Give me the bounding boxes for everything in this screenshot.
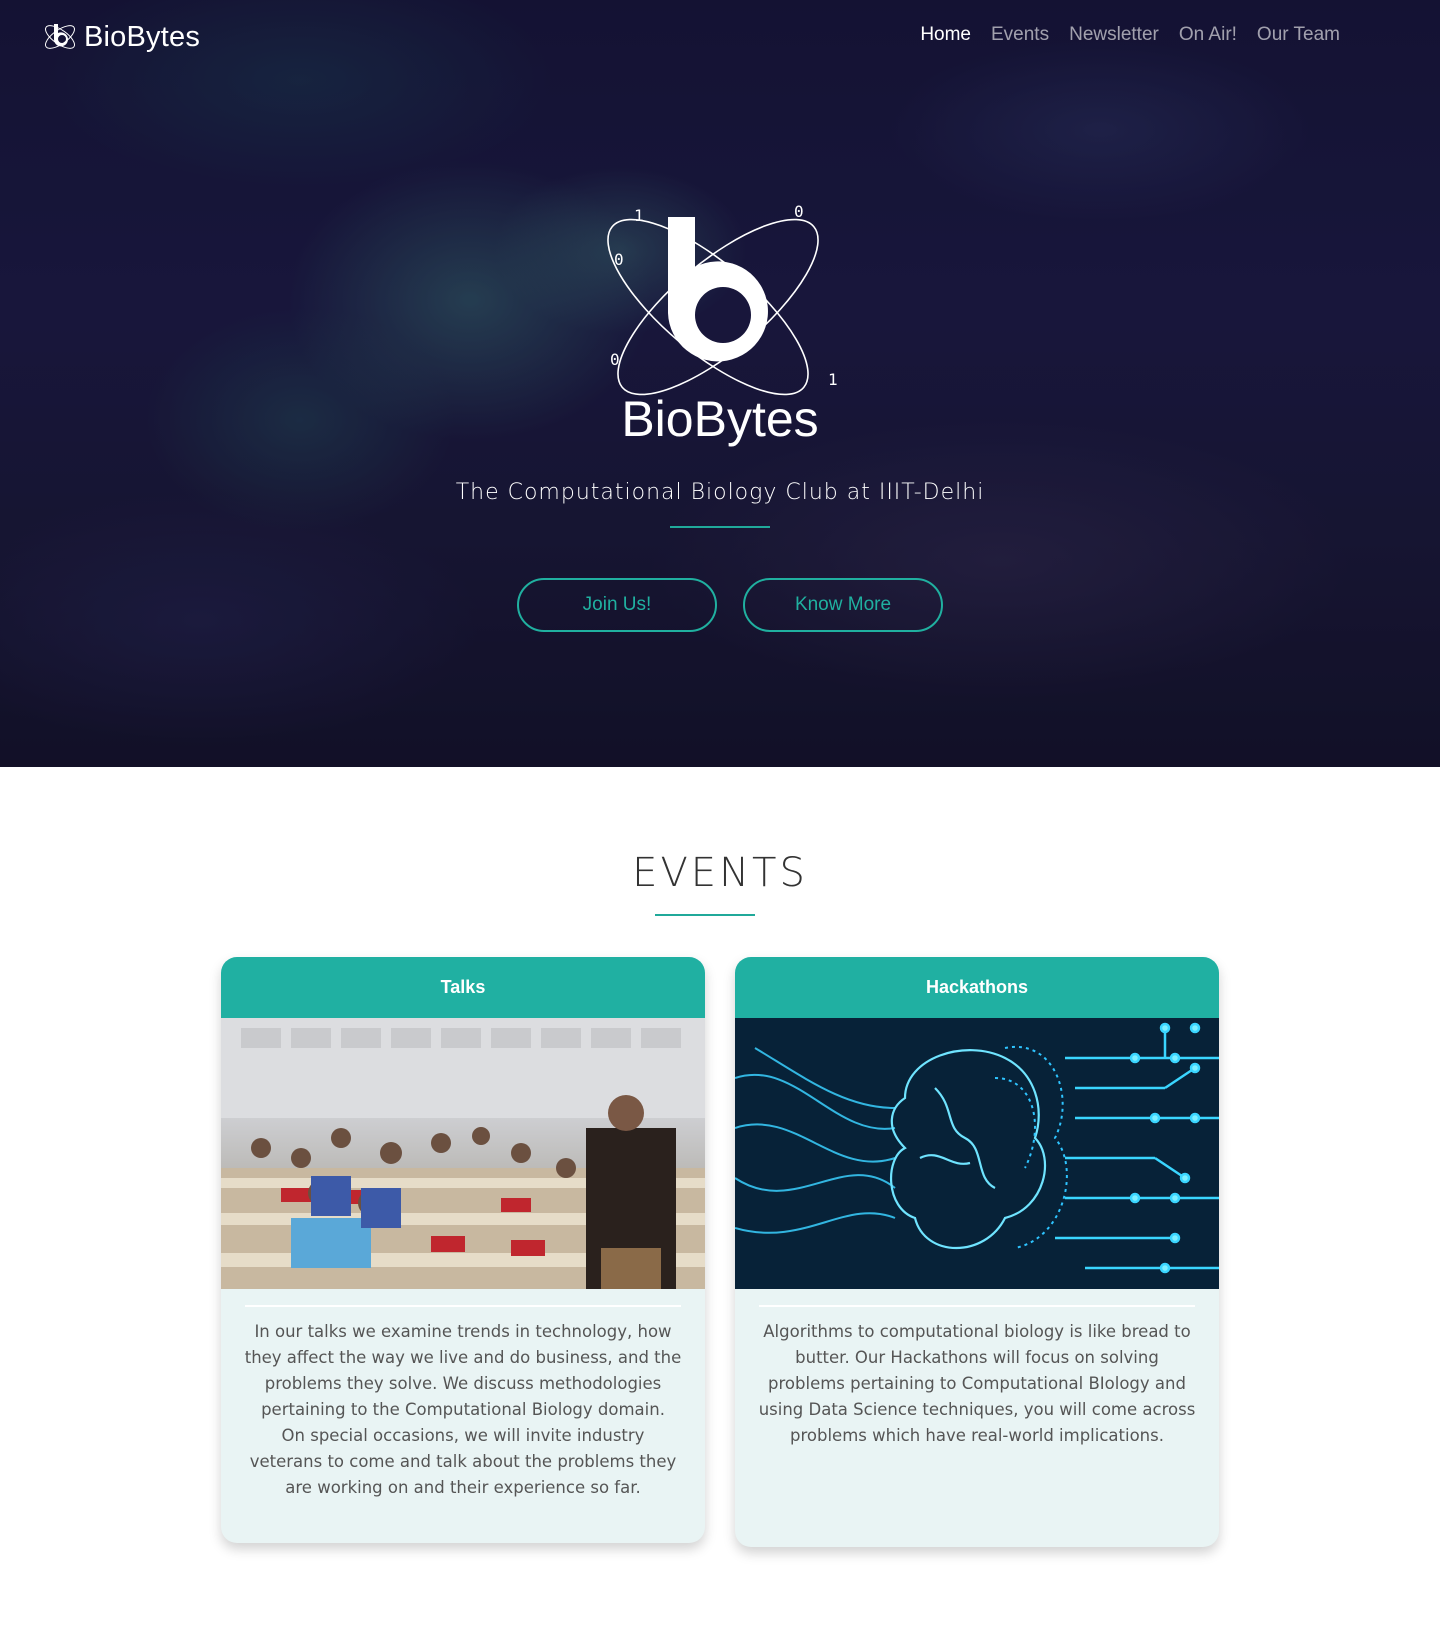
hero-brand-title: BioBytes [0, 390, 1440, 448]
nav-item-newsletter[interactable]: Newsletter [1069, 24, 1159, 46]
logo-digit: 0 [610, 350, 620, 369]
event-card-hackathons: Hackathons Algorithms to computational b… [735, 957, 1219, 1547]
logo-digit: 1 [828, 370, 838, 389]
card-paragraph: In our talks we examine trends in techno… [244, 1322, 682, 1419]
nav-logo[interactable]: BioBytes [40, 20, 200, 54]
nav-item-home[interactable]: Home [920, 24, 971, 46]
events-divider [655, 914, 755, 916]
nav-item-events[interactable]: Events [991, 24, 1049, 46]
know-more-button[interactable]: Know More [743, 578, 943, 632]
card-description: In our talks we examine trends in techno… [221, 1307, 705, 1501]
hero-logo-icon: 1 0 0 1 0 1 [607, 202, 838, 396]
tagline-divider [670, 526, 770, 528]
main-nav: Home Events Newsletter On Air! Our Team [920, 24, 1340, 46]
biobytes-logo-icon [45, 24, 75, 49]
nav-brand: BioBytes [84, 20, 201, 53]
hero-brand-text: BioBytes [621, 391, 819, 447]
digital-brain-circuit-image [735, 1018, 1219, 1289]
card-paragraph: On special occasions, we will invite ind… [249, 1426, 677, 1497]
nav-item-our-team[interactable]: Our Team [1257, 24, 1340, 46]
lecture-hall-photo [221, 1018, 705, 1289]
card-title: Hackathons [735, 957, 1219, 1018]
events-title: EVENTS [632, 850, 808, 896]
logo-digit: 1 [750, 295, 760, 314]
lecture-hall-illustration [221, 1018, 705, 1289]
logo-digit: 0 [794, 202, 804, 221]
event-card-talks: Talks In our talks we examine trends in … [221, 957, 705, 1543]
logo-digit: 0 [614, 250, 624, 269]
hero-tagline: The Computational Biology Club at IIIT-D… [455, 480, 985, 505]
logo-digit: 1 [634, 206, 644, 225]
card-paragraph: Algorithms to computational biology is l… [758, 1322, 1196, 1445]
nav-item-on-air[interactable]: On Air! [1179, 24, 1237, 46]
digital-brain-illustration [735, 1018, 1219, 1289]
card-title: Talks [221, 957, 705, 1018]
hero-section: BioBytes Home Events Newsletter On Air! … [0, 0, 1440, 767]
join-us-button[interactable]: Join Us! [517, 578, 717, 632]
card-description: Algorithms to computational biology is l… [735, 1307, 1219, 1449]
